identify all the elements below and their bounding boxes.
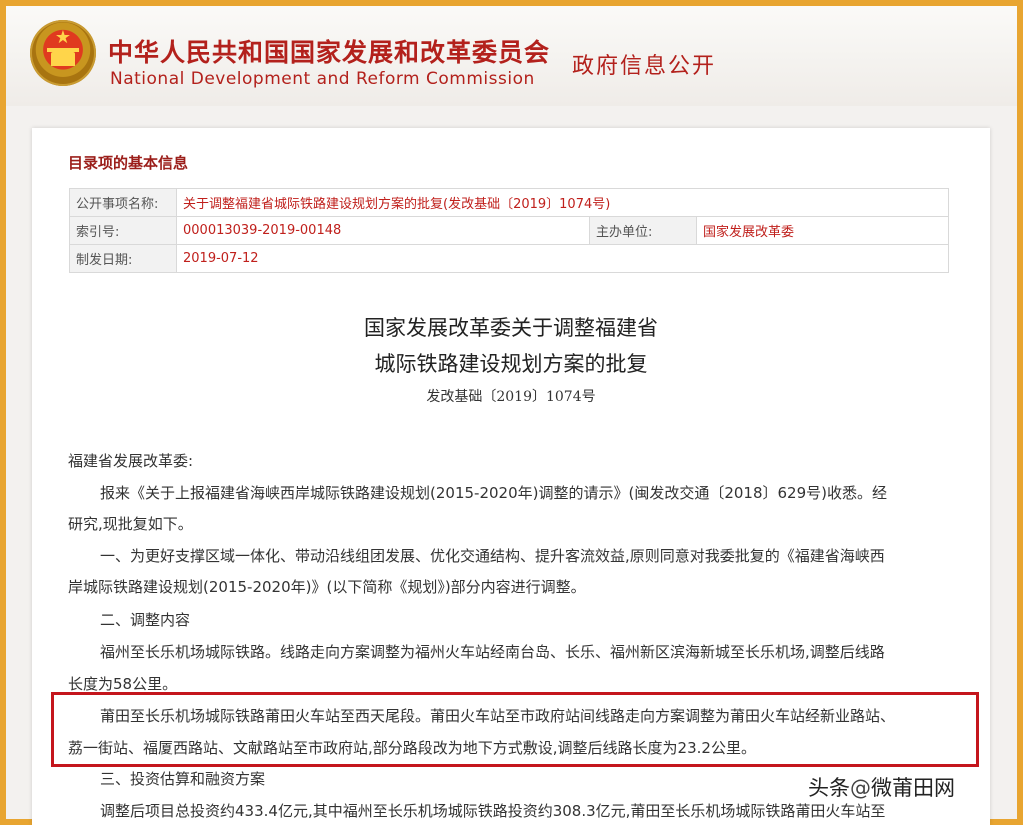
info-label: 制发日期: bbox=[69, 244, 177, 273]
paragraph-line: 调整后项目总投资约433.4亿元,其中福州至长乐机场城际铁路投资约308.3亿元… bbox=[100, 802, 886, 820]
watermark-at: @ bbox=[850, 776, 871, 800]
watermark-prefix: 头条 bbox=[808, 776, 850, 800]
info-value-title: 关于调整福建省城际铁路建设规划方案的批复(发改基础〔2019〕1074号) bbox=[176, 188, 949, 217]
paragraph-line: 报来《关于上报福建省海峡西岸城际铁路建设规划(2015-2020年)调整的请示》… bbox=[100, 484, 887, 502]
doc-title-line2: 城际铁路建设规划方案的批复 bbox=[374, 352, 648, 376]
section-title[interactable]: 政府信息公开 bbox=[572, 48, 716, 80]
paragraph-line: 二、调整内容 bbox=[100, 611, 191, 629]
watermark: 头条@微莆田网 bbox=[808, 772, 955, 802]
info-value-index: 000013039-2019-00148 bbox=[176, 216, 590, 245]
paragraph-line: 岸城际铁路建设规划(2015-2020年)》(以下简称《规划》)部分内容进行调整… bbox=[68, 578, 586, 596]
info-table: 公开事项名称: 关于调整福建省城际铁路建设规划方案的批复(发改基础〔2019〕1… bbox=[69, 188, 949, 273]
paragraph-line: 三、投资估算和融资方案 bbox=[100, 770, 266, 788]
table-row: 公开事项名称: 关于调整福建省城际铁路建设规划方案的批复(发改基础〔2019〕1… bbox=[69, 188, 949, 217]
table-row: 索引号: 000013039-2019-00148 主办单位: 国家发展改革委 bbox=[69, 216, 949, 245]
doc-number: 发改基础〔2019〕1074号 bbox=[426, 389, 596, 405]
org-name-cn[interactable]: 中华人民共和国国家发展和改革委员会 bbox=[108, 33, 550, 69]
doc-title-line1: 国家发展改革委关于调整福建省 bbox=[364, 316, 658, 340]
info-label: 公开事项名称: bbox=[69, 188, 177, 217]
info-value-date: 2019-07-12 bbox=[176, 244, 949, 273]
info-section-title: 目录项的基本信息 bbox=[68, 154, 189, 172]
highlight-box bbox=[51, 692, 979, 767]
info-label: 索引号: bbox=[69, 216, 177, 245]
paragraph-line: 研究,现批复如下。 bbox=[68, 515, 193, 533]
addressee: 福建省发展改革委: bbox=[68, 452, 194, 470]
paragraph-line: 一、为更好支撑区域一体化、带动沿线组团发展、优化交通结构、提升客流效益,原则同意… bbox=[100, 547, 885, 565]
watermark-account: 微莆田网 bbox=[871, 776, 955, 800]
info-value-dept: 国家发展改革委 bbox=[696, 216, 949, 245]
org-name-en[interactable]: National Development and Reform Commissi… bbox=[110, 69, 535, 89]
table-row: 制发日期: 2019-07-12 bbox=[69, 244, 949, 273]
site-header: ★ 中华人民共和国国家发展和改革委员会 National Development… bbox=[6, 6, 1017, 106]
paragraph-line: 长度为58公里。 bbox=[68, 675, 178, 693]
info-label: 主办单位: bbox=[589, 216, 697, 245]
paragraph-line: 福州至长乐机场城际铁路。线路走向方案调整为福州火车站经南台岛、长乐、福州新区滨海… bbox=[100, 643, 885, 661]
national-emblem-icon: ★ bbox=[30, 20, 96, 86]
